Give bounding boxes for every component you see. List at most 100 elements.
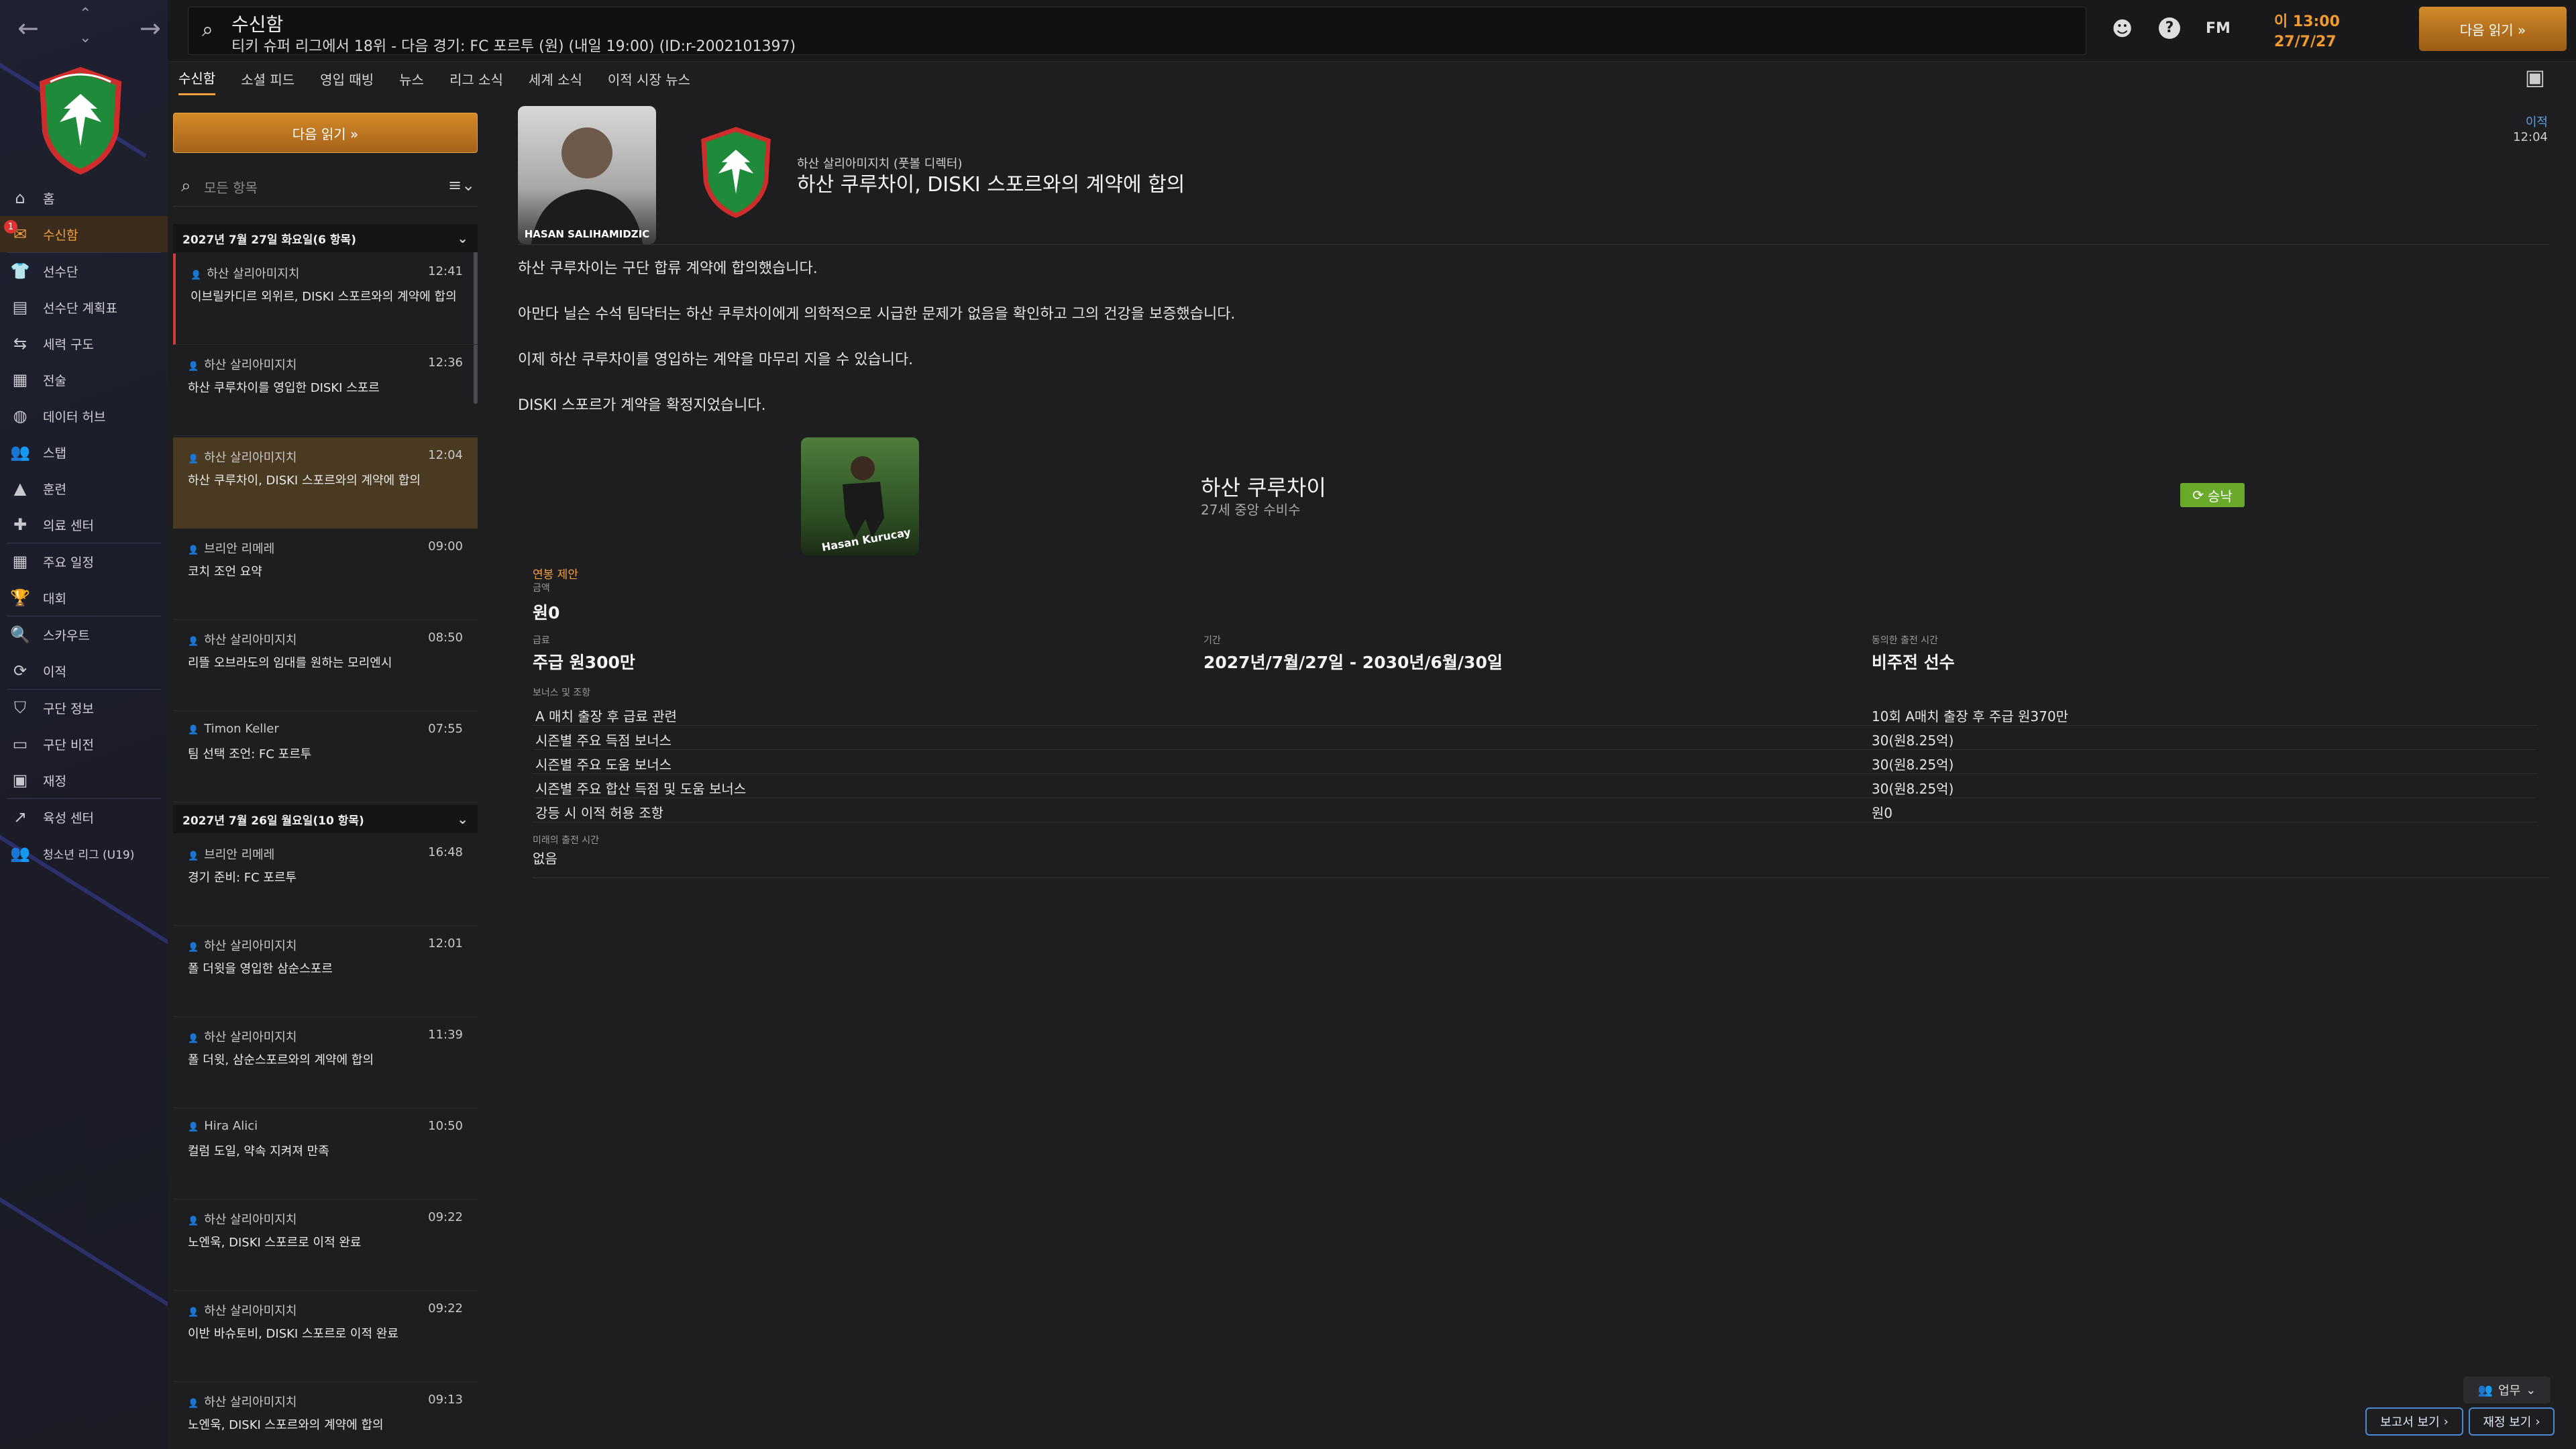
message-reader: HASAN SALIHAMIDZIC 하산 살리아미지치 (풋볼 디렉터) 하산… [510,95,2563,1449]
inbox-message[interactable]: 하산 살리아미지치09:13노엔욱, DISKI 스포르와의 계약에 합의 [173,1382,478,1449]
inbox-message[interactable]: 브리안 리메레16:48경기 준비: FC 포르투 [173,835,478,926]
refresh-icon: ⟳ [2192,487,2204,503]
sidebar-nav: ⌂ 홈 1 ✉ 수신함 👕 선수단 ▤ 선수단 계획표 ⇆ 세력 구도 ▦ 전술 ◍ 데이터 허… [0,180,168,871]
sidebar-item-data-hub[interactable]: ◍ 데이터 허브 [0,398,168,434]
playing-time-label: 동의한 출전 시간 [1872,635,1939,646]
club-crest-icon [701,127,771,218]
playing-time-value: 비주전 선수 [1872,653,1955,672]
player-name[interactable]: 하산 쿠루차이 [1201,471,1326,502]
date-group-header[interactable]: 2027년 7월 27일 화요일(6 항목) ⌄ [173,224,478,252]
amount-label: 금액 [533,583,550,594]
inbox-message[interactable]: 하산 살리아미지치08:50리뜰 오브라도의 임대를 원하는 모리엔시 [173,620,478,711]
tab-league-news[interactable]: 리그 소식 [449,62,503,95]
sidebar-item-staff[interactable]: 👥 스탭 [0,434,168,470]
player-photo-card[interactable]: Hasan Kurucay [801,437,919,555]
continue-button[interactable]: 다음 읽기 » [2419,7,2567,51]
view-finances-button[interactable]: 재정 보기 › [2469,1407,2555,1436]
tab-inbox[interactable]: 수신함 [178,62,216,95]
sidebar-item-competitions[interactable]: 🏆 대회 [0,580,168,616]
chevron-right-icon: › [2443,1414,2449,1429]
forward-arrow-icon[interactable]: → [140,13,161,43]
tab-news[interactable]: 뉴스 [399,62,424,95]
help-icon[interactable]: ? [2159,17,2180,39]
sidebar-item-tactics[interactable]: ▦ 전술 [0,362,168,398]
status-badge: ⟳ 승낙 [2180,483,2245,507]
club-vision-icon: ▭ [12,735,28,753]
staff-icon: 👥 [10,443,30,462]
message-paragraph: DISKI 스포르가 계약을 확정지었습니다. [518,397,766,414]
unread-badge: 1 [4,220,17,233]
layout-toggle-icon[interactable]: ▣ [2525,64,2545,90]
data-hub-icon: ◍ [13,407,28,425]
sender-photo: HASAN SALIHAMIDZIC [518,106,656,244]
inbox-message[interactable]: 하산 살리아미지치12:36하산 쿠루차이를 영입한 DISKI 스포르 [173,345,478,436]
sidebar-item-transfers[interactable]: ⟳ 이적 [0,653,168,689]
sidebar-item-training[interactable]: ▲ 훈련 [0,470,168,506]
search-box[interactable]: ⌕ 수신함 티키 슈퍼 리그에서 18위 - 다음 경기: FC 포르투 (원)… [188,7,2086,55]
inbox-message[interactable]: 하산 살리아미지치09:22노엔욱, DISKI 스포르로 이적 완료 [173,1199,478,1291]
future-time-value: 없음 [533,851,557,867]
squad-icon: 👕 [10,262,30,280]
chevron-up-icon[interactable]: ⌃ [79,5,91,22]
home-icon: ⌂ [15,189,25,207]
sidebar-item-youth[interactable]: 👥 청소년 리그 (U19) [0,835,168,871]
filter-input[interactable]: 모든 항목 [204,177,258,197]
sidebar-item-development[interactable]: ↗ 육성 센터 [0,799,168,835]
player-description: 27세 중앙 수비수 [1201,502,1301,518]
offer-header: 연봉 제안 [533,568,578,582]
inbox-message[interactable]: 브리안 리메레09:00코치 조언 요약 [173,529,478,620]
tab-recruitment[interactable]: 영입 때빙 [320,62,374,95]
inbox-message-selected[interactable]: 하산 살리아미지치12:04하산 쿠루차이, DISKI 스포르와의 계약에 합… [173,437,478,529]
divider [518,244,2549,245]
medical-icon: ✚ [13,515,28,534]
inbox-message[interactable]: 하산 살리아미지치12:41이브릴카디르 외위르, DISKI 스포르와의 계약… [173,254,478,345]
person-silhouette-icon [531,127,643,244]
calendar-icon: ▦ [12,552,28,571]
tab-world-news[interactable]: 세계 소식 [529,62,582,95]
inbox-message[interactable]: Timon Keller07:55팀 선택 조언: FC 포르투 [173,711,478,802]
club-crest-icon[interactable] [37,67,124,174]
sidebar-item-finances[interactable]: ▣ 재정 [0,762,168,798]
social-icon[interactable]: ☻ [2112,17,2133,41]
youth-icon: 👥 [10,844,30,863]
inbox-message[interactable]: Hira Alici10:50컬럼 도일, 약속 지켜져 만족 [173,1108,478,1199]
message-paragraph: 아만다 닐슨 수석 팀닥터는 하산 쿠루차이에게 의학적으로 시급한 문제가 없… [518,306,1236,323]
development-icon: ↗ [13,808,28,826]
continue-reading-button[interactable]: 다음 읽기 » [173,113,478,153]
sidebar-item-inbox[interactable]: 1 ✉ 수신함 [0,216,168,252]
search-icon: ⌕ [181,176,191,196]
sort-menu-icon[interactable]: ≡⌄ [448,176,475,195]
message-title: 하산 쿠루차이, DISKI 스포르와의 계약에 합의 [797,173,1185,197]
sidebar-item-squad[interactable]: 👕 선수단 [0,253,168,289]
inbox-message[interactable]: 하산 살리아미지치09:22이반 바슈토비, DISKI 스포르로 이적 완료 [173,1291,478,1382]
back-arrow-icon[interactable]: ← [17,13,39,43]
sidebar-item-home[interactable]: ⌂ 홈 [0,180,168,216]
tactics-icon: ▦ [12,370,28,389]
chevron-down-icon[interactable]: ⌄ [79,30,91,46]
wage-value: 주급 원300만 [533,653,635,672]
sidebar-item-calendar[interactable]: ▦ 주요 일정 [0,543,168,580]
bonus-row: 강등 시 이적 허용 조항 원0 [533,798,2537,822]
tab-transfer-news[interactable]: 이적 시장 뉴스 [608,62,690,95]
fm-menu[interactable]: FM [2206,20,2231,37]
sidebar-item-scouting[interactable]: 🔍 스카우트 [0,616,168,653]
sidebar-item-squad-planner[interactable]: ▤ 선수단 계획표 [0,289,168,325]
sidebar-item-club-vision[interactable]: ▭ 구단 비전 [0,726,168,762]
filter-bar[interactable]: ⌕ 모든 항목 ≡⌄ [173,166,478,207]
view-report-button[interactable]: 보고서 보기 › [2365,1407,2463,1436]
inbox-message[interactable]: 하산 살리아미지치11:39폴 더윗, 삼순스포르와의 계약에 합의 [173,1017,478,1108]
tab-social-feed[interactable]: 소셜 피드 [241,62,294,95]
message-time: 12:04 [2513,130,2548,144]
sidebar-item-medical[interactable]: ✚ 의료 센터 [0,506,168,543]
bonus-row: 시즌별 주요 합산 득점 및 도움 보너스 30(원8.25억) [533,774,2537,798]
chevron-down-icon: ⌄ [2526,1383,2536,1397]
bonus-header: 보너스 및 조항 [533,688,591,698]
sidebar-item-dynamics[interactable]: ⇆ 세력 구도 [0,325,168,362]
inbox-message[interactable]: 하산 살리아미지치12:01폴 더윗을 영입한 삼순스포르 [173,926,478,1017]
date-group-header[interactable]: 2027년 7월 26일 월요일(10 항목) ⌄ [173,805,478,833]
duty-menu-button[interactable]: 👥 업무 ⌄ [2463,1377,2551,1403]
search-icon[interactable]: ⌕ [202,18,213,42]
message-paragraph: 하산 쿠루차이는 구단 합류 계약에 합의했습니다. [518,260,818,277]
sidebar-item-club-info[interactable]: ⛉ 구단 정보 [0,690,168,726]
chevron-right-icon: › [2535,1414,2540,1429]
